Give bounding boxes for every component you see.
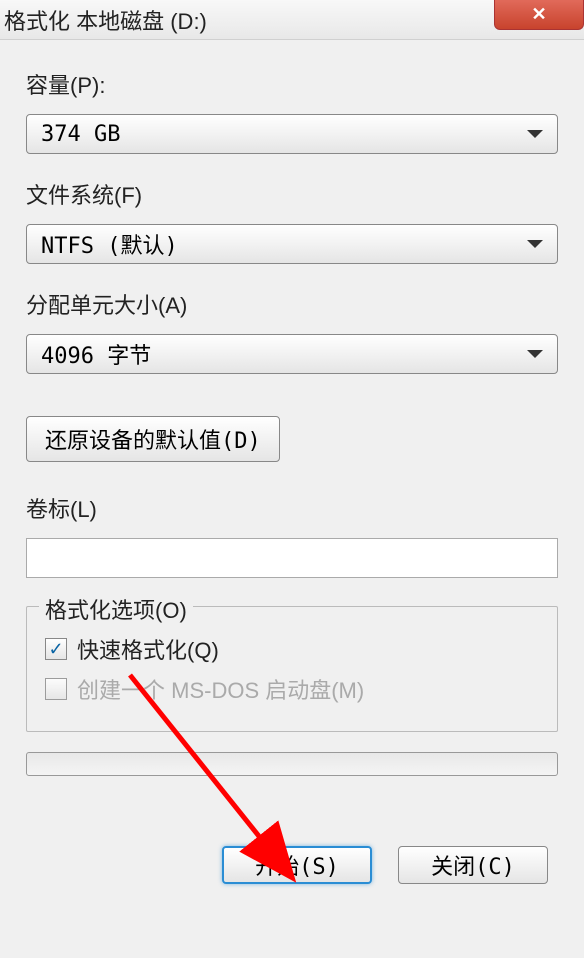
volume-label-input[interactable] bbox=[26, 538, 558, 578]
dialog-body: 容量(P): 374 GB 文件系统(F) NTFS (默认) 分配单元大小(A… bbox=[0, 40, 584, 904]
format-options-fieldset: 格式化选项(O) ✓ 快速格式化(Q) 创建一个 MS-DOS 启动盘(M) bbox=[26, 606, 558, 732]
dialog-footer: 开始(S) 关闭(C) bbox=[26, 846, 558, 884]
filesystem-value: NTFS (默认) bbox=[41, 228, 178, 260]
volume-label-label: 卷标(L) bbox=[26, 492, 558, 524]
titlebar: 格式化 本地磁盘 (D:) ✕ bbox=[0, 0, 584, 40]
allocation-label: 分配单元大小(A) bbox=[26, 288, 558, 320]
window-close-button[interactable]: ✕ bbox=[494, 0, 584, 30]
quick-format-row: ✓ 快速格式化(Q) bbox=[45, 633, 539, 665]
restore-defaults-button[interactable]: 还原设备的默认值(D) bbox=[26, 416, 280, 462]
quick-format-label: 快速格式化(Q) bbox=[77, 633, 219, 665]
format-options-legend: 格式化选项(O) bbox=[39, 593, 193, 625]
msdos-disk-row: 创建一个 MS-DOS 启动盘(M) bbox=[45, 673, 539, 705]
start-button[interactable]: 开始(S) bbox=[222, 846, 372, 884]
capacity-label: 容量(P): bbox=[26, 68, 558, 100]
allocation-dropdown[interactable]: 4096 字节 bbox=[26, 334, 558, 374]
progress-bar bbox=[26, 752, 558, 776]
chevron-down-icon bbox=[527, 350, 543, 358]
chevron-down-icon bbox=[527, 130, 543, 138]
msdos-disk-checkbox bbox=[45, 678, 67, 700]
close-icon: ✕ bbox=[531, 4, 546, 25]
filesystem-label: 文件系统(F) bbox=[26, 178, 558, 210]
allocation-value: 4096 字节 bbox=[41, 338, 151, 370]
capacity-value: 374 GB bbox=[41, 122, 120, 147]
quick-format-checkbox[interactable]: ✓ bbox=[45, 638, 67, 660]
close-button[interactable]: 关闭(C) bbox=[398, 846, 548, 884]
chevron-down-icon bbox=[527, 240, 543, 248]
msdos-disk-label: 创建一个 MS-DOS 启动盘(M) bbox=[77, 673, 364, 705]
capacity-dropdown[interactable]: 374 GB bbox=[26, 114, 558, 154]
filesystem-dropdown[interactable]: NTFS (默认) bbox=[26, 224, 558, 264]
